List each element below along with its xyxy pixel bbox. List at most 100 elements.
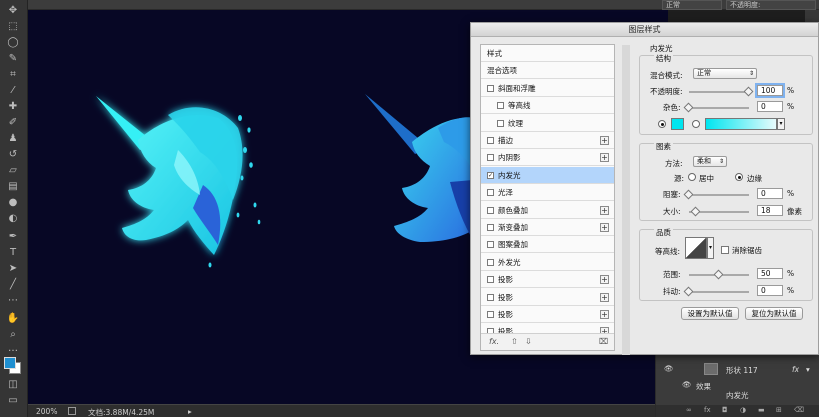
contour-dropdown-arrow-icon[interactable]: ▾ — [707, 237, 714, 259]
style-checkbox[interactable] — [487, 258, 494, 266]
opacity-input[interactable]: 100 — [757, 85, 783, 96]
style-checkbox[interactable] — [487, 189, 494, 197]
glow-color-swatch[interactable] — [671, 118, 684, 130]
effect-item-row[interactable]: 内发光 — [656, 390, 819, 400]
more-tools-icon[interactable]: ⋯ — [5, 294, 21, 308]
style-list-item[interactable]: 斜面和浮雕 — [481, 80, 614, 97]
solid-color-radio[interactable] — [658, 120, 666, 128]
add-style-instance-icon[interactable]: + — [600, 223, 609, 232]
quick-select-tool-icon[interactable]: ✎ — [5, 52, 21, 66]
zoom-tool-icon[interactable]: ⌕ — [5, 328, 21, 342]
trash-icon[interactable]: ⌧ — [599, 337, 608, 346]
style-list-item[interactable]: 纹理 — [481, 115, 614, 132]
layer-opacity-field[interactable]: 不透明度: — [726, 0, 816, 10]
style-list-item[interactable]: 渐变叠加 + — [481, 219, 614, 236]
style-list-item[interactable]: 颜色叠加 + — [481, 202, 614, 219]
link-layers-icon[interactable]: ∞ — [686, 406, 692, 414]
style-list-item[interactable]: 图案叠加 — [481, 236, 614, 254]
add-style-instance-icon[interactable]: + — [600, 205, 609, 215]
style-list-item[interactable]: 光泽 — [481, 184, 614, 202]
history-brush-tool-icon[interactable]: ↺ — [5, 148, 21, 162]
noise-slider[interactable] — [689, 107, 749, 109]
eyedropper-tool-icon[interactable]: ⁄ — [5, 84, 21, 98]
blend-mode-select[interactable]: 正常 — [662, 0, 722, 10]
zoom-level[interactable]: 200% — [36, 407, 57, 416]
move-up-icon[interactable]: ⇧ — [511, 337, 518, 346]
new-layer-icon[interactable]: ⊞ — [776, 406, 782, 414]
inner-glow-blend-mode-select[interactable]: 正常 ⇕ — [693, 68, 757, 79]
style-checkbox[interactable] — [497, 119, 504, 127]
type-tool-icon[interactable]: T — [5, 246, 21, 260]
effects-eye-icon[interactable]: 👁 — [682, 380, 692, 389]
blur-tool-icon[interactable]: ● — [5, 196, 21, 210]
style-checkbox[interactable]: ✓ — [487, 171, 494, 179]
hand-tool-icon[interactable]: ✋ — [5, 312, 21, 326]
add-mask-icon[interactable]: ◘ — [722, 406, 728, 414]
add-style-instance-icon[interactable]: + — [600, 292, 609, 302]
add-style-icon[interactable]: fx — [704, 406, 711, 414]
layer-row[interactable]: 👁 形状 117 fx ▾ — [656, 362, 819, 378]
contour-preview[interactable] — [685, 237, 707, 259]
style-list-item[interactable]: ✓ 内发光 — [481, 166, 614, 184]
path-select-tool-icon[interactable]: ➤ — [5, 262, 21, 276]
quick-mask-icon[interactable]: ◫ — [5, 378, 21, 392]
add-style-instance-icon[interactable]: + — [600, 153, 609, 163]
style-list-item[interactable]: 内阴影 + — [481, 149, 614, 167]
visibility-eye-icon[interactable]: 👁 — [664, 364, 674, 373]
choke-slider[interactable] — [689, 194, 749, 196]
pen-tool-icon[interactable]: ✒ — [5, 230, 21, 244]
fx-menu-icon[interactable]: fx. — [489, 337, 499, 346]
opacity-slider[interactable] — [689, 91, 749, 93]
source-center-radio[interactable] — [688, 173, 696, 181]
style-checkbox[interactable] — [487, 293, 494, 301]
foreground-color-swatch[interactable] — [4, 357, 16, 369]
gradient-dropdown-arrow-icon[interactable]: ▾ — [777, 118, 785, 130]
style-list-item[interactable]: 投影 + — [481, 306, 614, 323]
style-checkbox[interactable] — [487, 241, 494, 249]
method-select[interactable]: 柔和 ⇕ — [693, 156, 727, 167]
style-checkbox[interactable] — [487, 84, 494, 92]
style-list-item[interactable]: 等高线 — [481, 97, 614, 115]
healing-tool-icon[interactable]: ✚ — [5, 100, 21, 114]
status-menu-arrow-icon[interactable]: ▸ — [188, 407, 192, 416]
lasso-tool-icon[interactable]: ◯ — [5, 36, 21, 50]
style-list-item[interactable]: 外发光 — [481, 254, 614, 271]
new-group-icon[interactable]: ▬ — [758, 406, 765, 414]
source-edge-radio[interactable] — [735, 173, 743, 181]
style-list-item[interactable]: 投影 + — [481, 271, 614, 289]
edit-toolbar-icon[interactable]: … — [5, 342, 21, 356]
style-checkbox[interactable] — [487, 311, 494, 318]
dodge-tool-icon[interactable]: ◐ — [5, 212, 21, 226]
move-down-icon[interactable]: ⇩ — [525, 337, 532, 346]
fx-badge-icon[interactable]: fx — [792, 365, 799, 374]
line-tool-icon[interactable]: ╱ — [5, 278, 21, 292]
style-list-item[interactable]: 描边 + — [481, 132, 614, 149]
choke-input[interactable]: 0 — [757, 188, 783, 199]
add-style-instance-icon[interactable]: + — [600, 275, 609, 285]
gradient-radio[interactable] — [692, 120, 700, 128]
style-checkbox[interactable] — [487, 206, 494, 214]
style-checkbox[interactable] — [487, 276, 494, 284]
glow-gradient-picker[interactable] — [705, 118, 777, 130]
noise-input[interactable]: 0 — [757, 101, 783, 112]
eraser-tool-icon[interactable]: ▱ — [5, 164, 21, 178]
add-style-instance-icon[interactable]: + — [600, 310, 609, 319]
jitter-slider[interactable] — [689, 291, 749, 293]
crop-tool-icon[interactable]: ⌗ — [5, 68, 21, 82]
brush-tool-icon[interactable]: ✐ — [5, 116, 21, 130]
style-list-item[interactable]: 投影 + — [481, 289, 614, 306]
move-tool-icon[interactable]: ✥ — [5, 4, 21, 18]
add-style-instance-icon[interactable]: + — [600, 136, 609, 145]
style-checkbox[interactable] — [497, 102, 504, 110]
marquee-tool-icon[interactable]: ⬚ — [5, 20, 21, 34]
gradient-tool-icon[interactable]: ▤ — [5, 180, 21, 194]
jitter-input[interactable]: 0 — [757, 285, 783, 296]
style-list-item[interactable]: 混合选项 — [481, 62, 614, 80]
delete-layer-icon[interactable]: ⌫ — [794, 406, 804, 414]
style-checkbox[interactable] — [487, 224, 494, 231]
style-checkbox[interactable] — [487, 137, 494, 144]
range-input[interactable]: 50 — [757, 268, 783, 279]
stamp-tool-icon[interactable]: ♟ — [5, 132, 21, 146]
screen-mode-icon[interactable]: ▭ — [5, 394, 21, 408]
share-icon[interactable] — [68, 407, 76, 415]
